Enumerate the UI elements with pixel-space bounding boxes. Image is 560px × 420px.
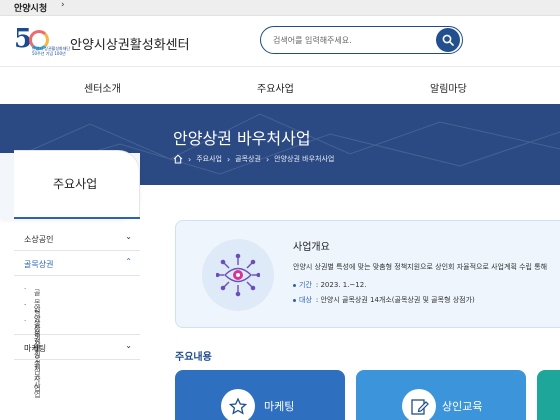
edit-icon xyxy=(411,399,429,415)
bullet-icon xyxy=(293,283,296,287)
breadcrumb-separator: › xyxy=(188,154,192,164)
chevron-right-icon: › xyxy=(61,0,65,10)
chevron-down-icon: ⌄ xyxy=(125,232,132,241)
sidebar-subitem-label: 골목상권 공모사업 xyxy=(34,321,41,399)
breadcrumb: › 주요사업 › 골목상권 › 안양상권 바우처사업 xyxy=(173,154,334,164)
overview-description: 안양시 상권별 특성에 맞는 맞춤형 정책지원으로 상인회 자율적으로 사업계획… xyxy=(293,263,548,271)
tile-icon-circle xyxy=(402,389,436,420)
tile-partial[interactable] xyxy=(537,370,560,420)
main-nav: 센터소개 주요사업 알림마당 xyxy=(0,66,560,104)
period-label: 기간 xyxy=(299,281,312,289)
site-name[interactable]: 안양시상권활성화센터 xyxy=(70,34,190,53)
page-title: 안양상권 바우처사업 xyxy=(173,129,311,148)
breadcrumb-separator: › xyxy=(226,154,231,164)
top-utility-bar: 안양시청 › xyxy=(0,0,560,16)
breadcrumb-separator: › xyxy=(265,154,270,164)
period-value: : 2023. 1.~12. xyxy=(315,281,367,289)
nav-item-main-business[interactable]: 주요사업 xyxy=(257,80,294,95)
sidebar-subitem-designation[interactable]: · 골목형상점가 지정 xyxy=(14,282,140,367)
nav-item-notice[interactable]: 알림마당 xyxy=(430,80,467,95)
sidebar-item-marketing[interactable]: 마케팅 ⌄ xyxy=(14,335,140,360)
sidebar-submenu: · 골목형상점가 지정 · 안양상권 바우처사업 · 골목상권 공모사업 xyxy=(14,276,140,399)
sidebar-item-label: 골목상권 xyxy=(24,260,54,269)
eye-network-icon xyxy=(216,253,260,297)
breadcrumb-item-alley-commerce[interactable]: 골목상권 xyxy=(235,154,261,164)
section-title: 주요내용 xyxy=(175,352,212,363)
chevron-up-icon: ⌃ xyxy=(125,257,132,266)
nav-item-center-intro[interactable]: 센터소개 xyxy=(84,80,121,95)
tile-icon-circle xyxy=(221,389,255,420)
search-input[interactable] xyxy=(273,33,423,47)
sidebar-item-small-business[interactable]: 소상공인 ⌄ xyxy=(14,226,140,251)
chevron-down-icon: ⌄ xyxy=(125,341,132,350)
breadcrumb-item-current: 안양상권 바우처사업 xyxy=(274,155,335,163)
site-logo[interactable]: 5 안양시 상권활성화재단 50주년 기념 100년 xyxy=(14,24,70,57)
sidebar-subitem-voucher[interactable]: · 안양상권 바우처사업 xyxy=(14,298,140,393)
sidebar-item-label: 소상공인 xyxy=(24,235,54,244)
sidebar-header: 주요사업 xyxy=(0,150,140,219)
sidebar-item-label: 마케팅 xyxy=(24,344,47,353)
site-header: 5 안양시 상권활성화재단 50주년 기념 100년 안양시상권활성화센터 xyxy=(0,16,560,66)
breadcrumb-item-main-business[interactable]: 주요사업 xyxy=(196,154,222,164)
bullet-icon xyxy=(293,298,296,302)
star-icon xyxy=(228,397,248,415)
search-icon xyxy=(442,34,454,46)
search-button[interactable] xyxy=(436,28,460,52)
sidebar-heading: 주요사업 xyxy=(53,177,98,191)
search-box xyxy=(260,26,463,54)
sidebar-underline xyxy=(14,217,140,219)
sidebar-menu: 소상공인 ⌄ 골목상권 ⌃ · 골목형상점가 지정 · 안양상권 바우처사업 ·… xyxy=(14,226,140,399)
sidebar-item-alley-commerce[interactable]: 골목상권 ⌃ xyxy=(14,251,140,276)
sidebar-subitem-contest[interactable]: · 골목상권 공모사업 xyxy=(14,314,140,399)
target-value: : 안양시 골목상권 14개소(골목상권 및 골목형 상점가) xyxy=(315,296,475,304)
overview-icon-circle xyxy=(202,239,274,311)
logo-caption-2: 50주년 기념 100년 xyxy=(32,51,66,56)
overview-card: 사업개요 안양시 상권별 특성에 맞는 맞춤형 정책지원으로 상인회 자율적으로… xyxy=(175,220,560,328)
anyang-city-link[interactable]: 안양시청 xyxy=(14,1,47,14)
tile-marketing[interactable]: 마케팅 xyxy=(175,370,345,420)
overview-target: 대상: 안양시 골목상권 14개소(골목상권 및 골목형 상점가) xyxy=(293,295,475,305)
home-icon[interactable] xyxy=(173,154,183,164)
target-label: 대상 xyxy=(299,296,312,304)
overview-title: 사업개요 xyxy=(293,242,330,253)
tile-merchant-education[interactable]: 상인교육 xyxy=(356,370,526,420)
overview-period: 기간: 2023. 1.~12. xyxy=(293,280,366,290)
